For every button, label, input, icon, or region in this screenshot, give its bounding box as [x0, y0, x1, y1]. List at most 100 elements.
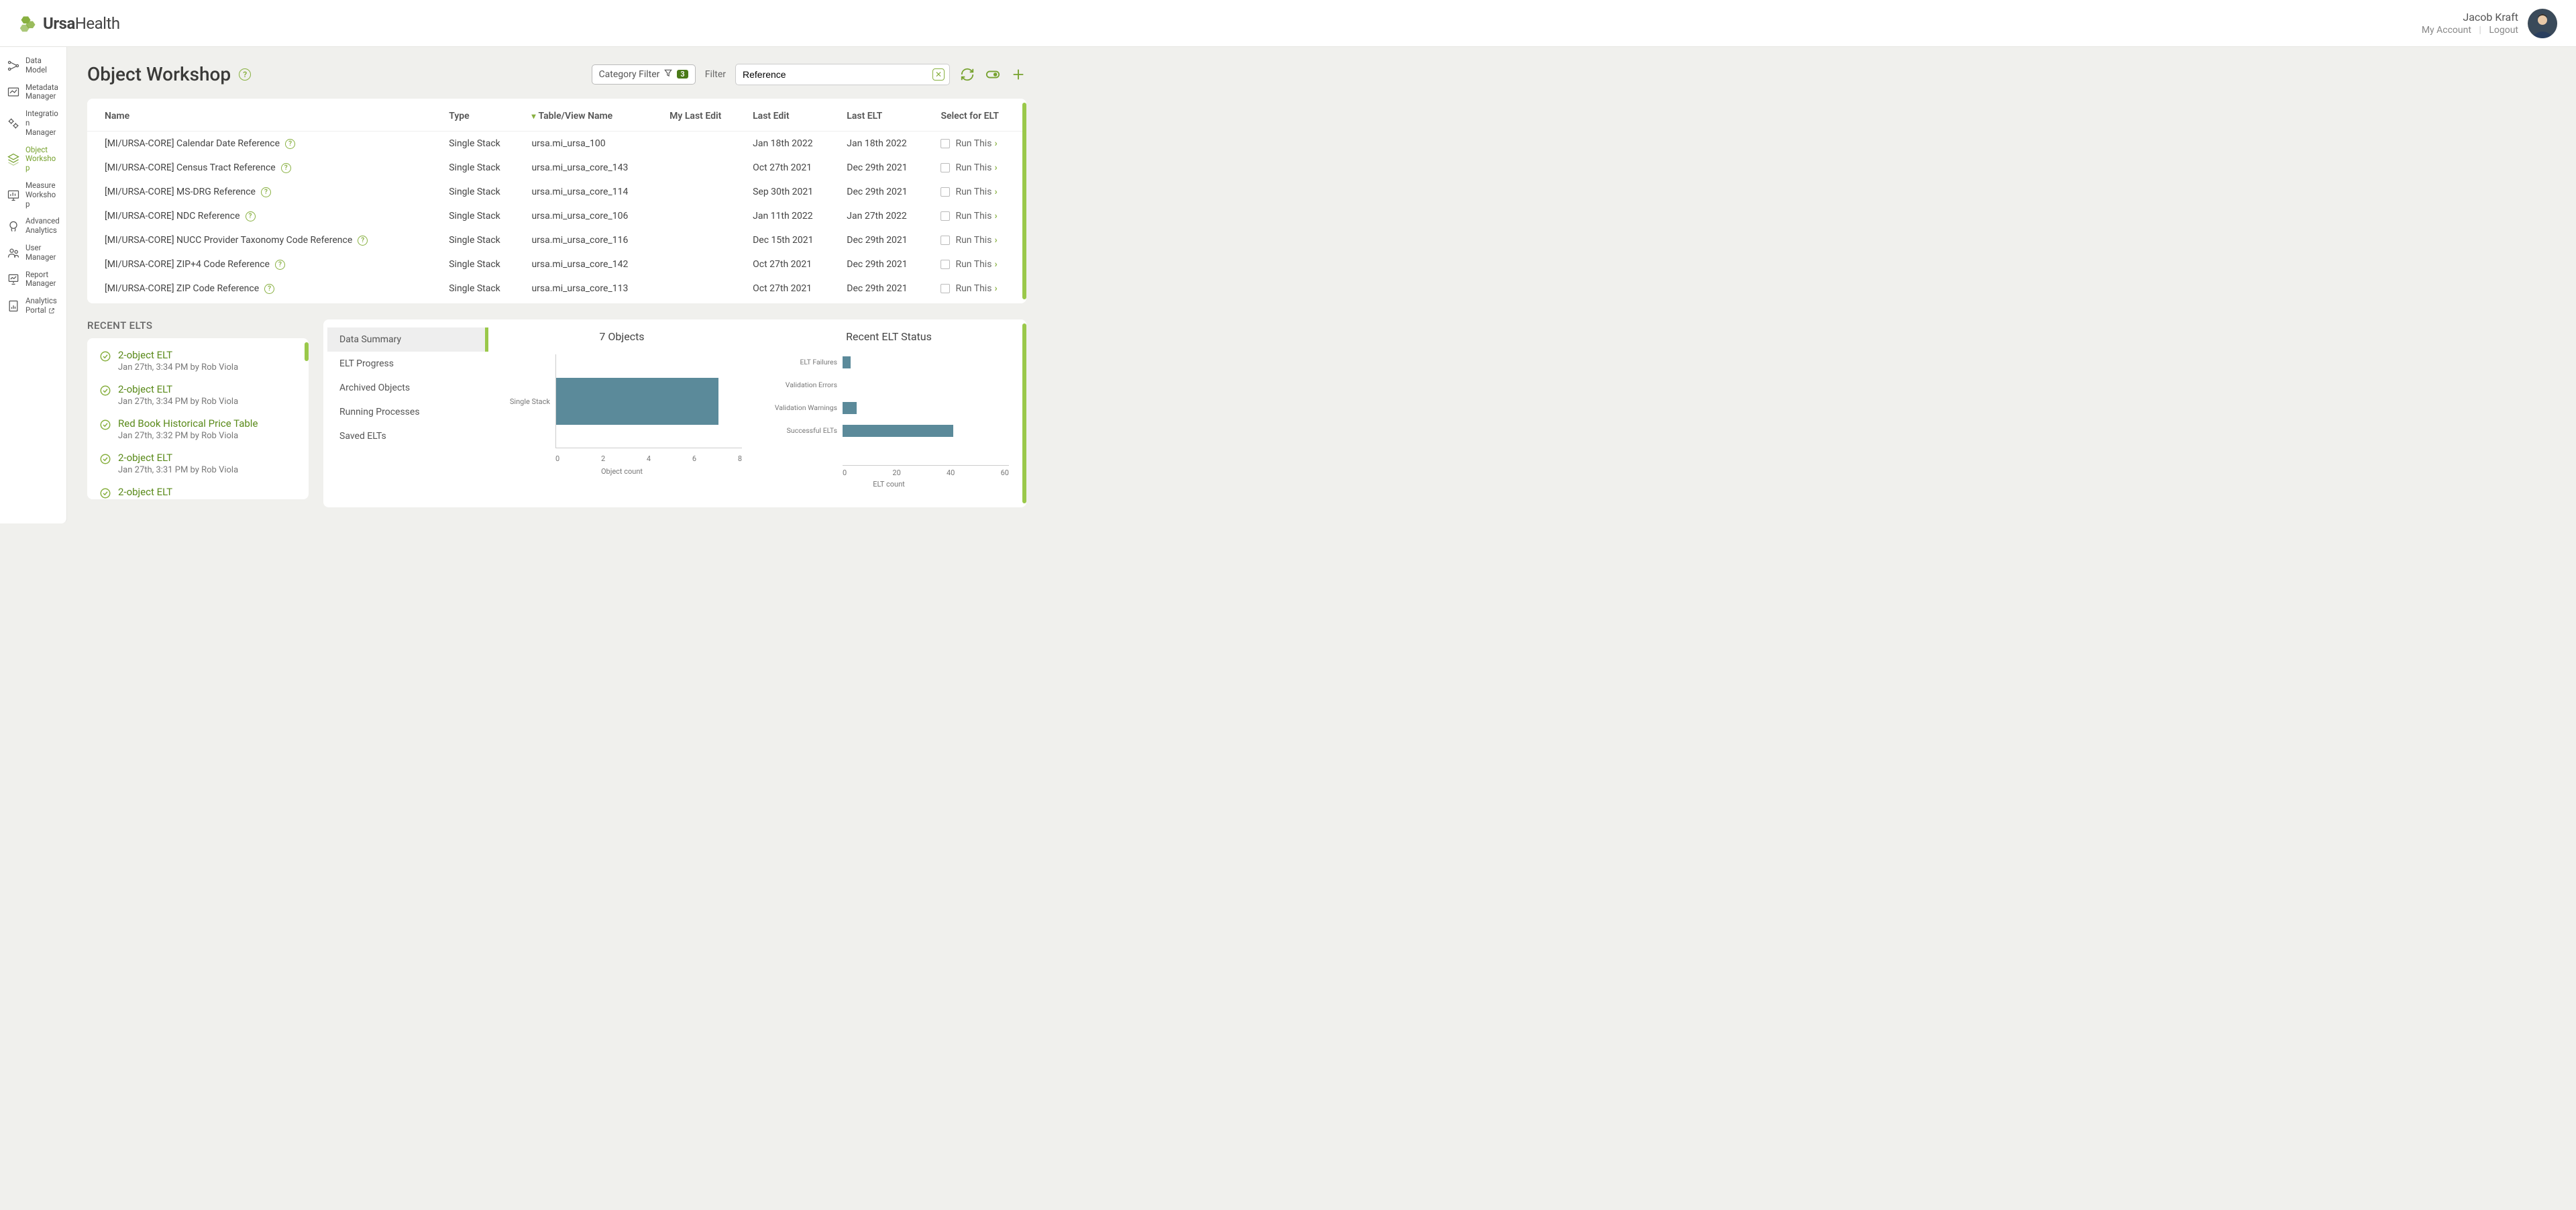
summary-tab[interactable]: Data Summary	[327, 327, 488, 352]
col-name[interactable]: Name	[87, 101, 441, 132]
check-circle-icon	[99, 385, 111, 397]
table-row[interactable]: [MI/URSA-CORE] ZIP Code Reference ? Sing…	[87, 276, 1024, 301]
sidebar-item-analytics-portal[interactable]: Analytics Portal	[0, 293, 66, 319]
col-select-elt[interactable]: Select for ELT	[932, 101, 1024, 132]
summary-tab[interactable]: ELT Progress	[327, 352, 488, 376]
clear-input-icon[interactable]: ✕	[932, 68, 945, 81]
document-stats-icon	[7, 299, 20, 313]
help-icon[interactable]: ?	[246, 211, 256, 221]
summary-tab[interactable]: Archived Objects	[327, 376, 488, 400]
sidebar-item-metadata-manager[interactable]: Metadata Manager	[0, 79, 66, 106]
table-row[interactable]: [MI/URSA-CORE] NUCC Provider Taxonomy Co…	[87, 228, 1024, 252]
recent-elt-item[interactable]: Red Book Historical Price TableJan 27th,…	[87, 412, 309, 446]
run-this-link[interactable]: Run This ›	[955, 283, 997, 294]
header-controls: Category Filter 3 Filter ✕	[592, 64, 1026, 85]
help-icon[interactable]: ?	[239, 68, 251, 81]
select-checkbox[interactable]	[941, 236, 950, 245]
brand-logo[interactable]: UrsaHealth	[19, 14, 120, 33]
run-this-link[interactable]: Run This ›	[955, 138, 997, 149]
monitor-bars-icon	[7, 189, 20, 202]
select-checkbox[interactable]	[941, 187, 950, 197]
elt-chart-xlabel: ELT count	[769, 480, 1009, 489]
objects-chart-title: 7 Objects	[502, 330, 742, 343]
user-name: Jacob Kraft	[2422, 11, 2518, 23]
sort-desc-icon: ▾	[531, 111, 535, 121]
chevron-right-icon: ›	[994, 259, 997, 270]
add-button[interactable]	[1010, 66, 1026, 83]
summary-panel: Data SummaryELT ProgressArchived Objects…	[323, 319, 1026, 507]
sidebar-item-measure-workshop[interactable]: Measure Workshop	[0, 177, 66, 213]
users-icon	[7, 246, 20, 260]
toggle-button[interactable]	[985, 66, 1001, 83]
run-this-link[interactable]: Run This ›	[955, 235, 997, 246]
elt-status-chart-title: Recent ELT Status	[769, 330, 1009, 343]
elt-chart-ticks: 0204060	[843, 465, 1009, 477]
objects-chart-y-label: Single Stack	[502, 397, 555, 406]
sidebar-item-advanced-analytics[interactable]: Advanced Analytics	[0, 213, 66, 240]
select-checkbox[interactable]	[941, 139, 950, 148]
sidebar-item-user-manager[interactable]: User Manager	[0, 240, 66, 266]
col-type[interactable]: Type	[441, 101, 523, 132]
col-table-view[interactable]: ▾Table/View Name	[523, 101, 661, 132]
refresh-button[interactable]	[959, 66, 975, 83]
run-this-link[interactable]: Run This ›	[955, 259, 997, 270]
select-checkbox[interactable]	[941, 211, 950, 221]
nodes-icon	[7, 59, 20, 72]
help-icon[interactable]: ?	[261, 187, 271, 197]
elt-bar	[843, 402, 857, 414]
help-icon[interactable]: ?	[275, 260, 285, 270]
category-filter-button[interactable]: Category Filter 3	[592, 64, 696, 85]
objects-chart-xlabel: Object count	[502, 467, 742, 476]
sidebar-item-integration-manager[interactable]: Integration Manager	[0, 105, 66, 141]
avatar[interactable]	[2528, 9, 2557, 38]
select-checkbox[interactable]	[941, 163, 950, 172]
col-last-elt[interactable]: Last ELT	[839, 101, 932, 132]
help-icon[interactable]: ?	[264, 284, 274, 294]
chevron-right-icon: ›	[994, 283, 997, 294]
elt-status-chart: Recent ELT Status ELT FailuresValidation…	[755, 323, 1022, 503]
recent-elt-item[interactable]: 2-object ELTJan 27th, 3:31 PM by Rob Vio…	[87, 446, 309, 481]
brand-text: UrsaHealth	[43, 14, 120, 33]
help-icon[interactable]: ?	[285, 139, 295, 149]
table-row[interactable]: [MI/URSA-CORE] ZIP+4 Code Reference ? Si…	[87, 252, 1024, 276]
external-link-icon	[48, 307, 55, 314]
objects-chart-ticks: 02468	[502, 454, 742, 463]
table-row[interactable]: [MI/URSA-CORE] NDC Reference ? Single St…	[87, 204, 1024, 228]
sidebar-item-object-workshop[interactable]: Object Workshop	[0, 142, 66, 177]
sidebar-item-report-manager[interactable]: Report Manager	[0, 266, 66, 293]
col-my-last-edit[interactable]: My Last Edit	[661, 101, 745, 132]
check-circle-icon	[99, 350, 111, 362]
recent-elts-title: RECENT ELTS	[87, 319, 309, 332]
elt-bar	[843, 425, 953, 437]
sidebar-item-data-model[interactable]: Data Model	[0, 52, 66, 79]
summary-tab[interactable]: Saved ELTs	[327, 424, 488, 448]
chevron-right-icon: ›	[994, 162, 997, 173]
run-this-link[interactable]: Run This ›	[955, 162, 997, 173]
select-checkbox[interactable]	[941, 260, 950, 269]
table-row[interactable]: [MI/URSA-CORE] MS-DRG Reference ? Single…	[87, 180, 1024, 204]
filter-input[interactable]	[735, 64, 950, 85]
filter-count-badge: 3	[677, 70, 688, 79]
recent-elt-item[interactable]: 2-object ELTJan 27th, 3:34 PM by Rob Vio…	[87, 378, 309, 412]
table-row[interactable]: [MI/URSA-CORE] Calendar Date Reference ?…	[87, 132, 1024, 156]
my-account-link[interactable]: My Account	[2422, 25, 2471, 36]
summary-tab[interactable]: Running Processes	[327, 400, 488, 424]
help-icon[interactable]: ?	[281, 163, 291, 173]
logout-link[interactable]: Logout	[2489, 25, 2518, 36]
objects-table: Name Type ▾Table/View Name My Last Edit …	[87, 101, 1024, 301]
recent-elts-panel: RECENT ELTS 2-object ELTJan 27th, 3:34 P…	[87, 319, 309, 499]
table-row[interactable]: [MI/URSA-CORE] Census Tract Reference ? …	[87, 156, 1024, 180]
select-checkbox[interactable]	[941, 284, 950, 293]
col-last-edit[interactable]: Last Edit	[745, 101, 839, 132]
chevron-right-icon: ›	[994, 138, 997, 149]
recent-elt-item[interactable]: 2-object ELTJan 27th, 3:34 PM by Rob Vio…	[87, 344, 309, 378]
objects-chart: 7 Objects Single Stack 02468 Object coun…	[488, 323, 755, 503]
main-content: Object Workshop ? Category Filter 3 Filt…	[67, 47, 1046, 523]
layers-icon	[7, 152, 20, 166]
funnel-icon	[663, 68, 673, 81]
presentation-icon	[7, 272, 20, 286]
run-this-link[interactable]: Run This ›	[955, 211, 997, 221]
recent-elt-item[interactable]: 2-object ELT	[87, 481, 309, 499]
run-this-link[interactable]: Run This ›	[955, 187, 997, 197]
help-icon[interactable]: ?	[358, 236, 368, 246]
